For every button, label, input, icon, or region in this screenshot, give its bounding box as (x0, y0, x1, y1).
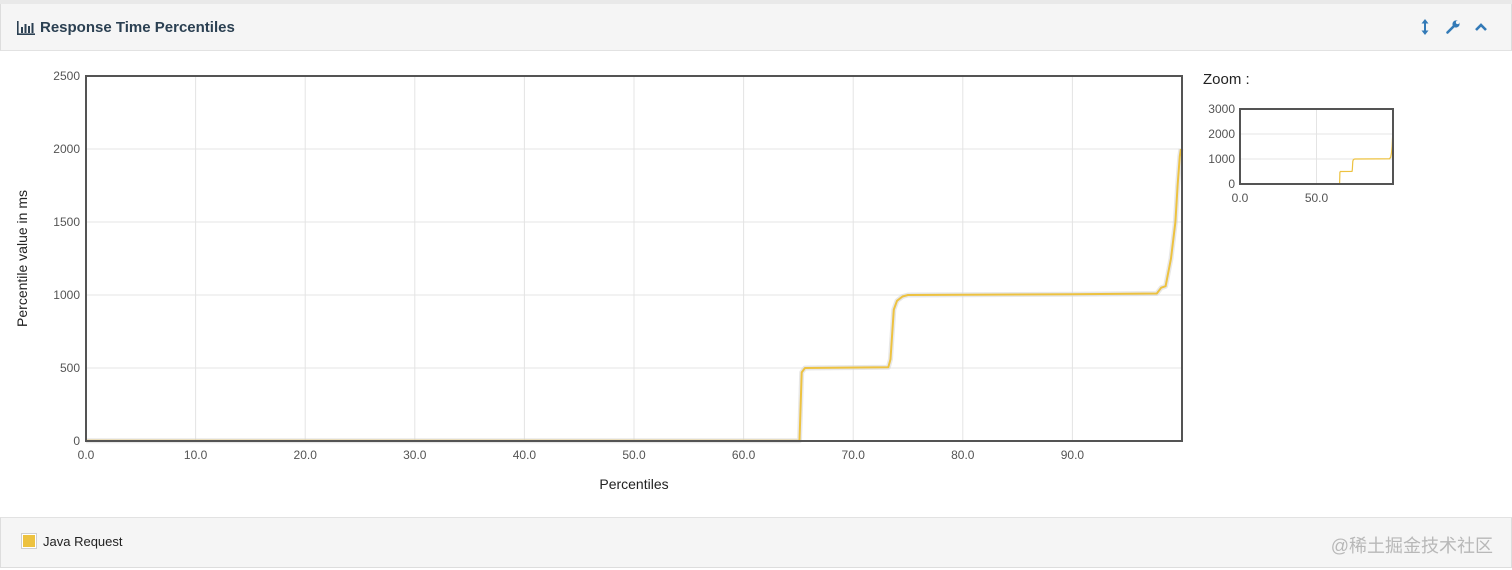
bar-chart-icon (17, 21, 35, 35)
legend-bar: Java Request @稀土掘金技术社区 (0, 517, 1512, 568)
x-tick-label: 30.0 (403, 448, 427, 462)
x-tick-label: 10.0 (184, 448, 208, 462)
x-tick-label: 90.0 (1061, 448, 1085, 462)
zoom-x-tick-label: 0.0 (1232, 191, 1249, 205)
page: Response Time Percentiles 0 500 1000 1500 20… (0, 0, 1512, 570)
x-tick-label: 20.0 (294, 448, 318, 462)
y-tick-label: 1500 (53, 215, 80, 229)
legend-swatch (21, 533, 37, 549)
zoom-y-tick-label: 2000 (1208, 127, 1235, 141)
legend-label: Java Request (43, 533, 123, 549)
zoom-y-tick-label: 0 (1228, 177, 1235, 191)
x-axis-title: Percentiles (599, 476, 668, 492)
legend-swatch-fill (23, 535, 35, 547)
y-tick-label: 1000 (53, 288, 80, 302)
legend-item-java-request[interactable]: Java Request (21, 533, 123, 549)
x-tick-label: 40.0 (513, 448, 537, 462)
x-tick-label: 80.0 (951, 448, 975, 462)
panel-header: Response Time Percentiles (0, 4, 1512, 51)
vertical-resize-icon[interactable] (1417, 19, 1433, 35)
zoom-y-tick-label: 3000 (1208, 102, 1235, 116)
percentile-chart[interactable]: 0 500 1000 1500 2000 2500 0.0 10.0 20.0 30.0 40.0 5… (0, 51, 1512, 517)
panel-title: Response Time Percentiles (40, 19, 235, 36)
watermark: @稀土掘金技术社区 (1330, 536, 1493, 556)
y-axis-title: Percentile value in ms (14, 190, 30, 327)
x-tick-label: 50.0 (622, 448, 646, 462)
chevron-up-icon[interactable] (1473, 19, 1489, 35)
y-tick-label: 2500 (53, 69, 80, 83)
x-tick-label: 60.0 (732, 448, 756, 462)
y-tick-label: 0 (73, 434, 80, 448)
y-tick-label: 2000 (53, 142, 80, 156)
wrench-icon[interactable] (1445, 19, 1461, 35)
y-tick-label: 500 (60, 361, 80, 375)
zoom-x-tick-label: 50.0 (1305, 191, 1329, 205)
x-tick-label: 70.0 (842, 448, 866, 462)
zoom-y-tick-label: 1000 (1208, 152, 1235, 166)
zoom-label: Zoom : (1203, 71, 1250, 88)
x-tick-label: 0.0 (78, 448, 95, 462)
chart-area: 0 500 1000 1500 2000 2500 0.0 10.0 20.0 30.0 40.0 5… (0, 51, 1512, 517)
